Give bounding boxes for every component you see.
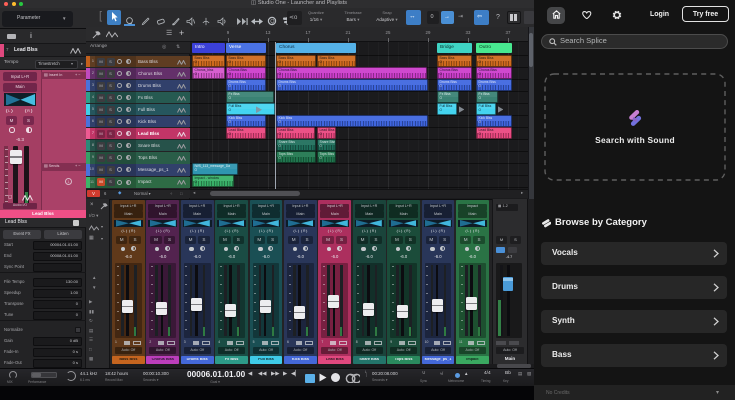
svg-text:Q: Q	[270, 19, 275, 25]
